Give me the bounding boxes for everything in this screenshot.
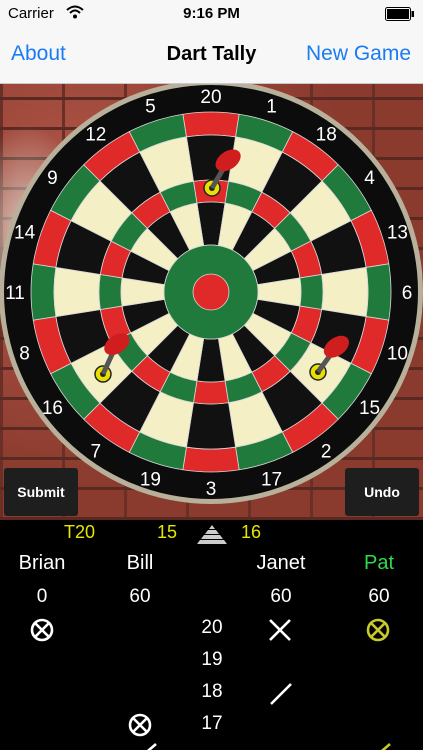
board-number: 11 <box>5 283 25 304</box>
slash-icon <box>381 743 391 750</box>
board-number: 5 <box>145 97 156 118</box>
stacked-triangle-icon[interactable] <box>196 524 228 544</box>
board-number: 18 <box>316 124 337 145</box>
board-number: 20 <box>200 87 221 108</box>
cricket-targets: 20 19 18 17 <box>182 617 242 745</box>
triple-6[interactable] <box>299 274 324 310</box>
board-number: 6 <box>402 283 413 304</box>
status-bar: Carrier 9:16 PM <box>0 0 423 28</box>
board-number: 7 <box>91 442 102 463</box>
target-18: 18 <box>201 681 223 702</box>
throw-1: T20 <box>64 522 96 542</box>
board-number: 4 <box>364 168 375 189</box>
board-number: 12 <box>85 124 106 145</box>
throw-2: 15 <box>157 522 178 542</box>
board-number: 9 <box>47 168 58 189</box>
about-button[interactable]: About <box>11 42 66 66</box>
bullseye[interactable] <box>192 273 230 311</box>
player-name: Janet <box>256 552 306 574</box>
single-outer-3[interactable] <box>185 402 237 450</box>
double-6[interactable] <box>365 263 392 321</box>
player-name: Pat <box>363 552 395 574</box>
single-outer-6[interactable] <box>321 266 369 318</box>
board-number: 13 <box>387 222 408 243</box>
board-number: 19 <box>140 469 161 490</box>
board-number: 8 <box>19 344 30 365</box>
player-score: 60 <box>129 586 151 607</box>
board-number: 16 <box>42 398 63 419</box>
double-20[interactable] <box>182 111 240 138</box>
player-bill[interactable]: Bill 60 <box>95 552 185 616</box>
dartboard-area: 20 1 18 4 13 6 10 15 2 17 3 19 7 16 8 11 14 9 12 5 Submit U… <box>0 84 423 520</box>
board-number: 10 <box>387 344 408 365</box>
board-number: 14 <box>14 222 36 243</box>
player-name: Brian <box>18 552 66 574</box>
circle-x-icon <box>366 618 390 642</box>
board-number: 2 <box>321 442 332 463</box>
navigation-bar: About Dart Tally New Game <box>0 28 423 84</box>
player-brian[interactable]: Brian 0 <box>0 552 87 616</box>
player-pat[interactable]: Pat 60 <box>334 552 423 616</box>
double-11[interactable] <box>30 263 57 321</box>
battery-icon <box>385 7 414 21</box>
undo-button[interactable]: Undo <box>345 468 419 516</box>
new-game-button[interactable]: New Game <box>306 42 411 66</box>
player-score: 0 <box>36 586 48 607</box>
player-name: Bill <box>126 552 154 574</box>
status-time: 9:16 PM <box>183 5 240 22</box>
slash-icon <box>270 683 292 705</box>
triple-3[interactable] <box>193 380 229 405</box>
submit-button[interactable]: Submit <box>4 468 78 516</box>
player-score: 60 <box>270 586 292 607</box>
target-19: 19 <box>201 649 223 670</box>
target-20: 20 <box>201 617 223 638</box>
dartboard[interactable]: 20 1 18 4 13 6 10 15 2 17 3 19 7 16 8 11 14 9 12 5 <box>0 84 423 520</box>
circle-x-icon <box>128 713 152 737</box>
target-17: 17 <box>201 713 223 734</box>
triple-11[interactable] <box>98 274 123 310</box>
board-number: 17 <box>261 469 282 490</box>
single-outer-11[interactable] <box>53 266 101 318</box>
double-3[interactable] <box>182 446 240 473</box>
board-number: 15 <box>359 398 380 419</box>
board-number: 3 <box>206 479 217 500</box>
x-icon <box>269 619 291 641</box>
player-janet[interactable]: Janet 60 <box>236 552 326 616</box>
throw-3: 16 <box>241 522 262 542</box>
slash-icon <box>147 743 157 750</box>
board-number: 1 <box>266 97 277 118</box>
player-score: 60 <box>368 586 390 607</box>
circle-x-icon <box>30 618 54 642</box>
